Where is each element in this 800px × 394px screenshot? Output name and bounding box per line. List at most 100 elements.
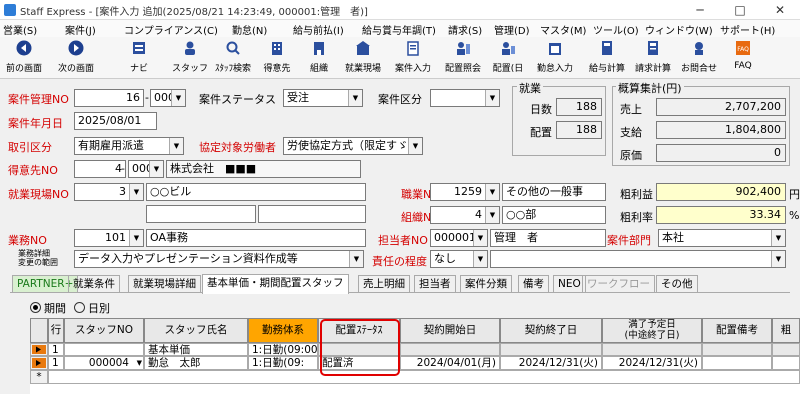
contact-button[interactable]: お問合せ bbox=[676, 37, 722, 79]
payroll-calc-button[interactable]: 給与計算 bbox=[584, 37, 630, 79]
attendance-input-button[interactable]: 勤怠入力 bbox=[532, 37, 578, 79]
detail-select[interactable]: データ入力やプレゼンテーション資料作成等 ▼ bbox=[74, 250, 364, 268]
menu-master[interactable]: マスタ(M) bbox=[540, 22, 586, 37]
staff-icon bbox=[185, 41, 195, 55]
dept-select[interactable]: 本社 ▼ bbox=[658, 229, 786, 247]
cell-staff-name[interactable]: 勤怠 太郎 bbox=[144, 356, 248, 370]
org-button[interactable]: 組織 bbox=[300, 37, 338, 79]
case-no-label: 案件管理NO bbox=[8, 93, 69, 106]
cost-label: 原価 bbox=[620, 149, 642, 162]
new-row[interactable] bbox=[48, 370, 800, 384]
row-selector[interactable] bbox=[30, 343, 48, 356]
menu-case[interactable]: 案件(J) bbox=[65, 22, 96, 37]
cell-expiry bbox=[602, 343, 702, 356]
site-extra-field-1[interactable] bbox=[146, 205, 256, 223]
agreement-label: 協定対象労働者 bbox=[199, 141, 276, 154]
agreement-select[interactable]: 労使協定方式（限定すゞ ▼ bbox=[283, 137, 423, 155]
case-ym-field[interactable]: 2025/08/01 bbox=[74, 112, 157, 130]
menu-attendance[interactable]: 勤怠(N) bbox=[232, 22, 267, 37]
site-no-select[interactable]: 3 ▼ bbox=[74, 183, 144, 201]
cell-staff-name[interactable]: 基本単価 bbox=[144, 343, 248, 356]
cell-gross bbox=[772, 343, 800, 356]
payroll-icon bbox=[602, 41, 612, 55]
cell-start bbox=[400, 343, 500, 356]
business-no-select[interactable]: 101 ▼ bbox=[74, 229, 144, 247]
chevron-down-icon: ▼ bbox=[473, 251, 487, 267]
org-name-field: ○○部 bbox=[502, 206, 606, 224]
cell-staff-no[interactable]: 000004 ▼ bbox=[64, 356, 144, 370]
business-name-field: OA事務 bbox=[146, 229, 366, 247]
trade-select[interactable]: 有期雇用派遣 ▼ bbox=[74, 137, 184, 155]
tab-sales-detail[interactable]: 売上明細 bbox=[358, 275, 410, 293]
assign-day-button[interactable]: 配置(日 bbox=[488, 37, 528, 79]
menu-support[interactable]: サポート(H) bbox=[720, 22, 775, 37]
faq-button[interactable]: FAQ FAQ bbox=[726, 37, 760, 79]
client-button[interactable]: 得意先 bbox=[258, 37, 296, 79]
sales-label: 売上 bbox=[620, 103, 642, 116]
tab-site-detail[interactable]: 就業現場詳細 bbox=[128, 275, 201, 293]
cell-schedule[interactable]: 1:日勤(09:00- bbox=[248, 343, 318, 356]
menu-sales[interactable]: 営業(S) bbox=[3, 22, 37, 37]
tab-workflow[interactable]: ワークフロー bbox=[582, 275, 655, 293]
gross-label: 粗利益 bbox=[620, 188, 653, 201]
assign-view-button[interactable]: 配置照会 bbox=[440, 37, 486, 79]
staff-button[interactable]: スタッフ bbox=[170, 37, 210, 79]
client-no-field[interactable]: 4 bbox=[74, 160, 126, 178]
maximize-icon[interactable]: □ bbox=[720, 0, 760, 20]
cell-end[interactable]: 2024/12/31(火) bbox=[500, 356, 602, 370]
case-type-label: 案件区分 bbox=[378, 93, 422, 106]
site-button[interactable]: 就業現場 bbox=[340, 37, 386, 79]
tab-neo[interactable]: NEO bbox=[553, 275, 586, 293]
tab-notes[interactable]: 備考 bbox=[518, 275, 549, 293]
cell-gross bbox=[772, 356, 800, 370]
cell-note[interactable] bbox=[702, 356, 772, 370]
toolbar: 前の画面 次の画面 ナビ スタッフ ｽﾀｯﾌ検索 得意先 組織 就業現場 案件入… bbox=[0, 37, 800, 79]
billing-calc-button[interactable]: 請求計算 bbox=[630, 37, 676, 79]
daily-radio[interactable]: 日別 bbox=[74, 300, 110, 316]
status-select[interactable]: 受注 ▼ bbox=[283, 89, 363, 107]
cell-schedule[interactable]: 1:日勤(09: bbox=[248, 356, 318, 370]
next-screen-button[interactable]: 次の画面 bbox=[50, 37, 102, 79]
svg-text:FAQ: FAQ bbox=[737, 46, 749, 53]
menu-advance-pay[interactable]: 給与前払(I) bbox=[293, 22, 344, 37]
chevron-down-icon: ▼ bbox=[129, 184, 143, 200]
staff-search-button[interactable]: ｽﾀｯﾌ検索 bbox=[210, 37, 256, 79]
period-radio[interactable]: 期間 bbox=[30, 300, 66, 316]
tab-basic-rate[interactable]: 基本単価・期間配置スタッフ bbox=[202, 274, 349, 294]
tab-owner[interactable]: 担当者 bbox=[414, 275, 456, 293]
new-row-marker[interactable]: * bbox=[30, 370, 48, 384]
col-row: 行 bbox=[48, 318, 64, 343]
owner-no-select[interactable]: 000001 ▼ bbox=[430, 229, 488, 247]
menu-compliance[interactable]: コンプライアンス(C) bbox=[124, 22, 218, 37]
cell-staff-no[interactable] bbox=[64, 343, 144, 356]
menu-window[interactable]: ウィンドウ(W) bbox=[645, 22, 713, 37]
client-branch-select[interactable]: 000 ▼ bbox=[128, 160, 164, 178]
menu-tools[interactable]: ツール(O) bbox=[593, 22, 639, 37]
job-no-select[interactable]: 1259 ▼ bbox=[430, 183, 500, 201]
tab-conditions[interactable]: 就業条件 bbox=[68, 275, 120, 293]
resp-select[interactable]: なし ▼ bbox=[430, 250, 488, 268]
navi-button[interactable]: ナビ bbox=[120, 37, 158, 79]
menu-payroll[interactable]: 給与賞与年調(T) bbox=[362, 22, 436, 37]
attendance-icon bbox=[549, 43, 561, 55]
menu-billing[interactable]: 請求(S) bbox=[448, 22, 482, 37]
minimize-icon[interactable]: ─ bbox=[680, 0, 720, 20]
cell-start[interactable]: 2024/04/01(月) bbox=[400, 356, 500, 370]
org-no-select[interactable]: 4 ▼ bbox=[430, 206, 500, 224]
close-icon[interactable]: ✕ bbox=[760, 0, 800, 20]
business-label: 業務NO bbox=[8, 234, 47, 247]
menu-admin[interactable]: 管理(D) bbox=[494, 22, 530, 37]
gross-unit: 円 bbox=[789, 188, 800, 201]
tab-other[interactable]: その他 bbox=[656, 275, 698, 293]
cell-expiry[interactable]: 2024/12/31(火) bbox=[602, 356, 702, 370]
case-type-select[interactable]: ▼ bbox=[430, 89, 500, 107]
row-selector[interactable] bbox=[30, 356, 48, 370]
resp-detail-select[interactable]: ▼ bbox=[490, 250, 786, 268]
trade-label: 取引区分 bbox=[8, 141, 52, 154]
prev-screen-button[interactable]: 前の画面 bbox=[0, 37, 48, 79]
case-no-field[interactable]: 16 bbox=[74, 89, 144, 107]
tab-case-class[interactable]: 案件分類 bbox=[460, 275, 512, 293]
site-extra-field-2[interactable] bbox=[258, 205, 366, 223]
case-no-branch-select[interactable]: 000 ▼ bbox=[150, 89, 186, 107]
case-input-button[interactable]: 案件入力 bbox=[390, 37, 436, 79]
